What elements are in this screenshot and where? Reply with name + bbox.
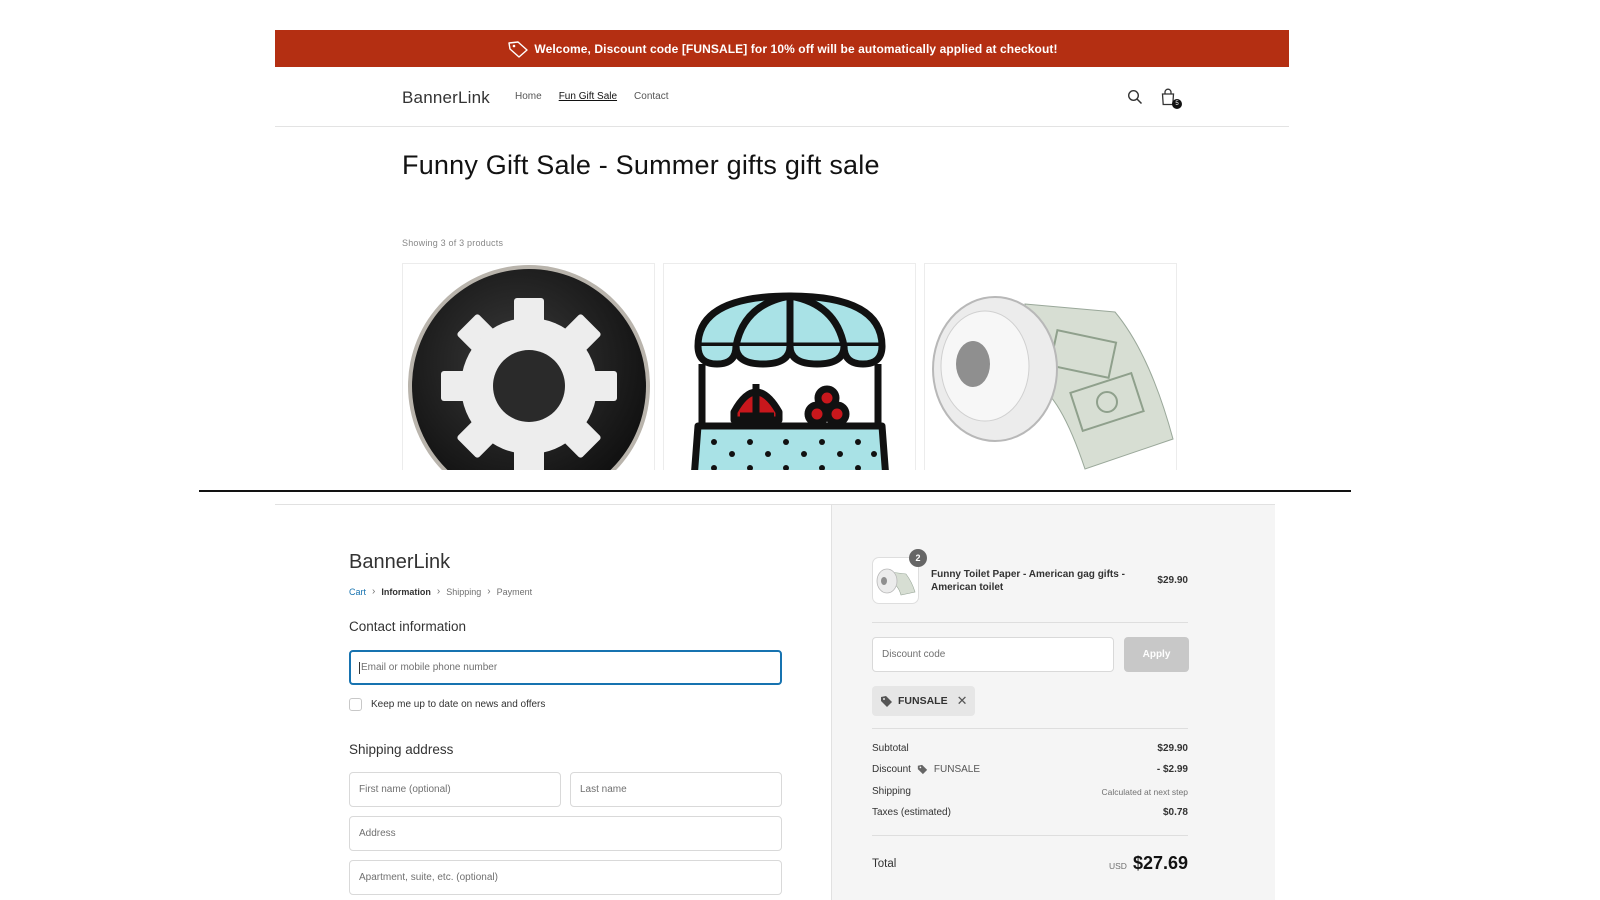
cart-count-badge: 5 xyxy=(1172,99,1182,109)
newsletter-option: Keep me up to date on news and offers xyxy=(349,698,545,711)
breadcrumb-cart[interactable]: Cart xyxy=(349,587,366,597)
shipping-heading: Shipping address xyxy=(349,742,454,757)
discount-tag-icon xyxy=(881,695,892,707)
screenshot-divider xyxy=(199,490,1351,492)
item-name: Funny Toilet Paper - American gag gifts … xyxy=(931,568,1125,593)
apartment-placeholder: Apartment, suite, etc. (optional) xyxy=(359,872,498,883)
discount-tag-icon xyxy=(917,764,928,775)
email-placeholder: Email or mobile phone number xyxy=(361,662,498,673)
announcement-text: Welcome, Discount code [FUNSALE] for 10%… xyxy=(534,41,1058,56)
chevron-right-icon: › xyxy=(372,586,376,597)
toilet-paper-image xyxy=(932,296,1174,470)
total-label: Total xyxy=(872,857,897,870)
breadcrumb-payment: Payment xyxy=(496,586,533,597)
main-nav: Home Fun Gift Sale Contact xyxy=(515,91,669,102)
product-card[interactable] xyxy=(663,263,916,470)
subtotal-label: Subtotal xyxy=(872,743,909,754)
item-price: $29.90 xyxy=(1157,575,1188,586)
store-page: Welcome, Discount code [FUNSALE] for 10%… xyxy=(275,30,1289,470)
first-name-placeholder: First name (optional) xyxy=(359,784,451,795)
contact-heading: Contact information xyxy=(349,619,467,634)
search-icon[interactable] xyxy=(1124,86,1146,108)
store-logo[interactable]: BannerLink xyxy=(402,88,490,108)
discount-code-input[interactable]: Discount code xyxy=(872,637,1114,672)
breadcrumb: Cart › Information › Shipping › Payment xyxy=(349,586,532,597)
total-value: $27.69 xyxy=(1132,853,1188,873)
checkout-page: BannerLink Cart › Information › Shipping… xyxy=(275,504,1275,900)
gear-icon xyxy=(408,265,650,470)
remove-discount-icon[interactable]: ✕ xyxy=(957,693,968,709)
cart-line-item: 2 Funny Toilet Paper - American gag gift… xyxy=(872,549,1188,604)
announcement-bar[interactable]: Welcome, Discount code [FUNSALE] for 10%… xyxy=(275,30,1289,67)
checkout-form: BannerLink Cart › Information › Shipping… xyxy=(275,505,831,900)
checkout-logo[interactable]: BannerLink xyxy=(349,551,450,574)
product-card[interactable] xyxy=(402,263,655,470)
discount-row: Discount FUNSALE - $2.99 xyxy=(872,764,1188,775)
order-summary: 2 Funny Toilet Paper - American gag gift… xyxy=(831,505,1275,900)
nav-home[interactable]: Home xyxy=(515,91,542,102)
quantity-badge: 2 xyxy=(909,549,927,567)
apply-button[interactable]: Apply xyxy=(1124,637,1189,672)
discount-code-label: FUNSALE xyxy=(933,764,981,775)
site-header: BannerLink Home Fun Gift Sale Contact 5 xyxy=(275,67,1289,127)
breadcrumb-information: Information xyxy=(381,586,431,597)
newsletter-checkbox[interactable] xyxy=(349,698,362,711)
chevron-right-icon: › xyxy=(436,586,441,597)
chevron-right-icon: › xyxy=(487,586,491,597)
taxes-label: Taxes (estimated) xyxy=(872,807,951,818)
toilet-paper-thumb-icon xyxy=(876,568,915,595)
page-title: Funny Gift Sale - Summer gifts gift sale xyxy=(402,150,880,180)
currency-label: USD xyxy=(1108,861,1127,871)
summary-divider xyxy=(872,728,1188,729)
first-name-field[interactable]: First name (optional) xyxy=(349,772,561,807)
product-count: Showing 3 of 3 products xyxy=(402,238,504,248)
subtotal-value: $29.90 xyxy=(1157,743,1188,754)
summary-divider xyxy=(872,835,1188,836)
tag-icon xyxy=(508,40,529,58)
nav-contact[interactable]: Contact xyxy=(634,91,668,102)
applied-discount-tag: FUNSALE ✕ xyxy=(872,686,975,716)
cart-icon[interactable]: 5 xyxy=(1157,86,1182,109)
total-row: Total USD $27.69 xyxy=(872,853,1188,874)
nav-fun-gift-sale[interactable]: Fun Gift Sale xyxy=(559,91,617,102)
address-placeholder: Address xyxy=(359,828,396,839)
shipping-value: Calculated at next step xyxy=(1101,786,1188,797)
market-stall-icon xyxy=(691,292,889,470)
product-card[interactable] xyxy=(924,263,1177,470)
discount-value: - $2.99 xyxy=(1156,764,1188,775)
email-field[interactable]: Email or mobile phone number xyxy=(349,650,782,685)
last-name-placeholder: Last name xyxy=(580,784,627,795)
discount-label: Discount xyxy=(872,764,911,775)
address-field[interactable]: Address xyxy=(349,816,782,851)
discount-placeholder: Discount code xyxy=(882,649,946,660)
total-amount-group: USD $27.69 xyxy=(1109,853,1188,874)
breadcrumb-shipping: Shipping xyxy=(446,586,482,597)
newsletter-label: Keep me up to date on news and offers xyxy=(371,699,546,710)
shipping-label: Shipping xyxy=(872,786,911,797)
product-thumbnail: 2 xyxy=(872,549,927,604)
subtotal-row: Subtotal $29.90 xyxy=(872,743,1188,754)
taxes-row: Taxes (estimated) $0.78 xyxy=(872,807,1188,818)
apartment-field[interactable]: Apartment, suite, etc. (optional) xyxy=(349,860,782,895)
shipping-row: Shipping Calculated at next step xyxy=(872,786,1188,797)
last-name-field[interactable]: Last name xyxy=(570,772,782,807)
product-grid xyxy=(402,263,1177,470)
taxes-value: $0.78 xyxy=(1162,807,1188,818)
discount-label-group: Discount FUNSALE xyxy=(872,764,980,775)
summary-divider xyxy=(872,622,1188,623)
applied-code: FUNSALE xyxy=(898,695,948,707)
